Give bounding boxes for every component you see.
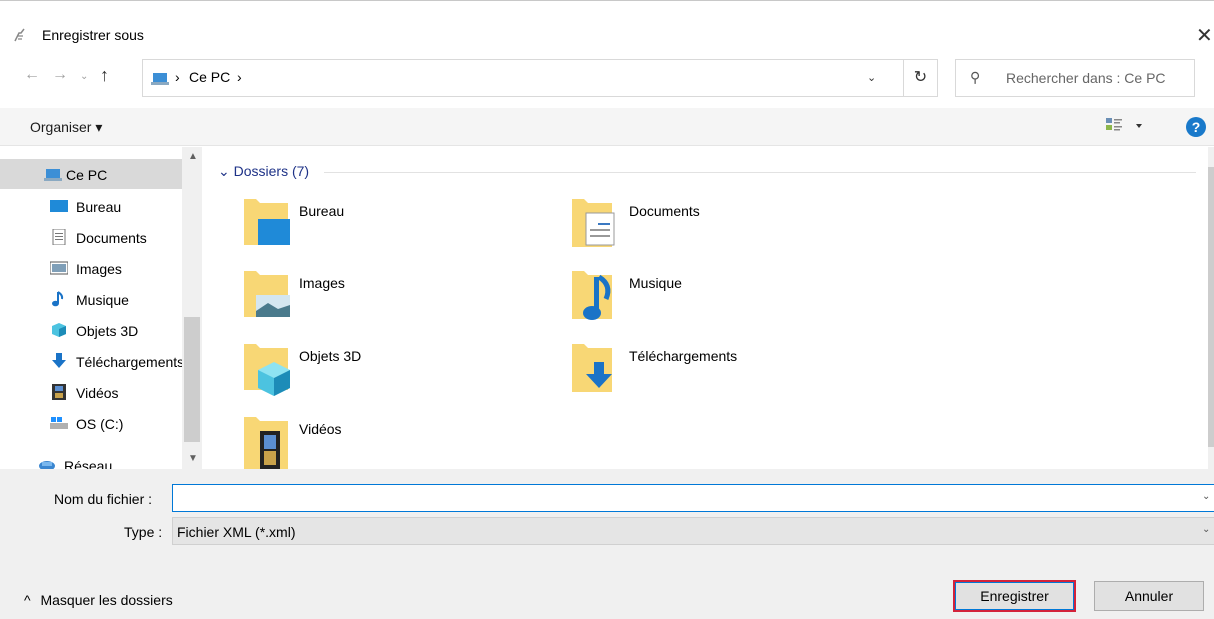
sidebar-item-label: Vidéos	[76, 385, 119, 401]
images-folder-icon	[244, 271, 290, 317]
group-header-folders[interactable]: ⌄ Dossiers (7)	[218, 163, 309, 180]
filename-input[interactable]	[172, 484, 1214, 512]
address-dropdown-icon[interactable]: ⌄	[867, 71, 876, 84]
computer-icon	[151, 73, 169, 85]
scroll-down-icon[interactable]: ▼	[188, 453, 198, 464]
window-title: Enregistrer sous	[42, 27, 144, 43]
scrollbar-thumb[interactable]	[1208, 167, 1214, 447]
filename-dropdown-icon[interactable]: ⌄	[1202, 491, 1210, 502]
sidebar-item-os-c[interactable]: OS (C:)	[0, 408, 182, 438]
search-icon: ⚲	[970, 69, 981, 85]
desktop-folder-icon	[244, 199, 290, 245]
sidebar-item-label: Ce PC	[66, 167, 108, 183]
recent-locations-chevron-icon[interactable]: ⌄	[80, 71, 88, 82]
sidebar-item-label: Musique	[76, 292, 129, 308]
drive-icon	[50, 417, 68, 429]
organise-menu-button[interactable]: Organiser ▾	[30, 119, 102, 136]
content-scrollbar[interactable]	[1208, 147, 1214, 469]
change-view-button[interactable]	[1104, 115, 1148, 139]
folder-name: Objets 3D	[299, 348, 362, 364]
scrollbar-thumb[interactable]	[184, 317, 200, 442]
sidebar-item-label: OS (C:)	[76, 416, 124, 432]
sidebar-item-label: Téléchargements	[76, 354, 185, 370]
folder-item-bureau[interactable]: Bureau	[242, 195, 562, 261]
sidebar-item-label: Bureau	[76, 199, 122, 215]
navigation-scrollbar[interactable]: ▲ ▼	[182, 147, 202, 469]
file-type-value: Fichier XML (*.xml)	[177, 524, 296, 540]
folder-name: Bureau	[299, 203, 345, 219]
folder-name: Images	[299, 275, 345, 291]
sidebar-item-label: Réseau	[64, 458, 113, 469]
save-form-area: Nom du fichier : ⌄ Type : Fichier XML (*…	[0, 469, 1214, 619]
folder-item-telechargements[interactable]: Téléchargements	[572, 340, 892, 406]
file-type-select[interactable]: Fichier XML (*.xml)	[172, 517, 1214, 545]
documents-folder-icon	[572, 199, 615, 247]
computer-icon	[44, 169, 62, 181]
sidebar-item-label: Images	[76, 261, 122, 277]
documents-icon	[52, 229, 66, 245]
sidebar-item-telechargements[interactable]: Téléchargements	[0, 346, 185, 376]
sidebar-item-musique[interactable]: Musique	[0, 284, 182, 314]
save-button[interactable]: Enregistrer	[953, 580, 1076, 612]
folder-item-musique[interactable]: Musique	[572, 267, 892, 333]
breadcrumb-separator[interactable]: ›	[237, 69, 242, 85]
file-type-dropdown-icon[interactable]: ⌄	[1202, 524, 1210, 535]
sidebar-item-videos[interactable]: Vidéos	[0, 377, 182, 407]
folder-name: Vidéos	[299, 421, 342, 437]
hide-folders-toggle[interactable]: ^ Masquer les dossiers	[24, 592, 173, 608]
music-folder-icon	[572, 271, 612, 320]
images-icon	[50, 261, 68, 275]
3d-objects-folder-icon	[244, 344, 290, 396]
videos-icon	[52, 384, 66, 400]
forward-arrow-icon[interactable]: →	[52, 66, 68, 84]
sidebar-item-objets-3d[interactable]: Objets 3D	[0, 315, 182, 345]
folder-item-documents[interactable]: Documents	[572, 195, 892, 261]
search-box[interactable]: ⚲ Rechercher dans : Ce PC	[955, 59, 1195, 97]
3d-objects-icon	[52, 323, 66, 337]
title-bar: Enregistrer sous ✕	[0, 0, 1214, 56]
back-arrow-icon[interactable]: ←	[24, 66, 40, 84]
desktop-icon	[50, 200, 68, 212]
cancel-button[interactable]: Annuler	[1094, 581, 1204, 611]
scroll-up-icon[interactable]: ▲	[188, 151, 198, 162]
folder-name: Musique	[629, 275, 682, 291]
help-button[interactable]: ?	[1186, 117, 1206, 137]
sidebar-item-label: Documents	[76, 230, 147, 246]
music-icon	[52, 291, 64, 307]
navigation-row: ← → ⌄ ↑ › Ce PC › ⌄ ↻ ⚲ Rechercher dans …	[0, 56, 1214, 102]
hide-folders-label: Masquer les dossiers	[40, 592, 173, 608]
breadcrumb-ce-pc[interactable]: Ce PC	[189, 69, 230, 85]
downloads-folder-icon	[572, 344, 612, 392]
folder-content-area: ⌄ Dossiers (7) Bureau Documents Images M…	[202, 147, 1210, 469]
sidebar-item-images[interactable]: Images	[0, 253, 182, 283]
navigation-pane: Ce PC Bureau Documents Images Musique Ob…	[0, 147, 202, 469]
folder-item-objets-3d[interactable]: Objets 3D	[242, 340, 562, 406]
address-bar[interactable]: › Ce PC › ⌄	[142, 59, 904, 97]
sidebar-item-ce-pc[interactable]: Ce PC	[0, 159, 182, 189]
sidebar-item-documents[interactable]: Documents	[0, 222, 182, 252]
downloads-icon	[52, 353, 66, 368]
refresh-button[interactable]: ↻	[904, 59, 938, 97]
folder-item-images[interactable]: Images	[242, 267, 562, 333]
videos-folder-icon	[244, 417, 288, 469]
folder-name: Téléchargements	[629, 348, 738, 364]
close-icon[interactable]: ✕	[1196, 23, 1213, 48]
app-icon	[14, 28, 25, 42]
breadcrumb-separator[interactable]: ›	[175, 69, 180, 85]
sidebar-item-bureau[interactable]: Bureau	[0, 191, 182, 221]
sidebar-item-reseau[interactable]: Réseau	[0, 450, 182, 469]
file-type-label: Type :	[124, 524, 163, 540]
chevron-up-icon: ^	[24, 592, 31, 608]
command-toolbar: Organiser ▾ ?	[0, 108, 1214, 146]
folder-name: Documents	[629, 203, 700, 219]
group-header-label: Dossiers (7)	[233, 163, 310, 179]
up-arrow-icon[interactable]: ↑	[100, 65, 109, 86]
group-divider	[324, 172, 1196, 173]
refresh-icon: ↻	[913, 69, 928, 86]
network-icon	[39, 461, 55, 469]
sidebar-item-label: Objets 3D	[76, 323, 139, 339]
filename-label: Nom du fichier :	[54, 491, 153, 507]
search-placeholder: Rechercher dans : Ce PC	[1006, 70, 1166, 86]
view-options-icon	[1106, 118, 1142, 131]
